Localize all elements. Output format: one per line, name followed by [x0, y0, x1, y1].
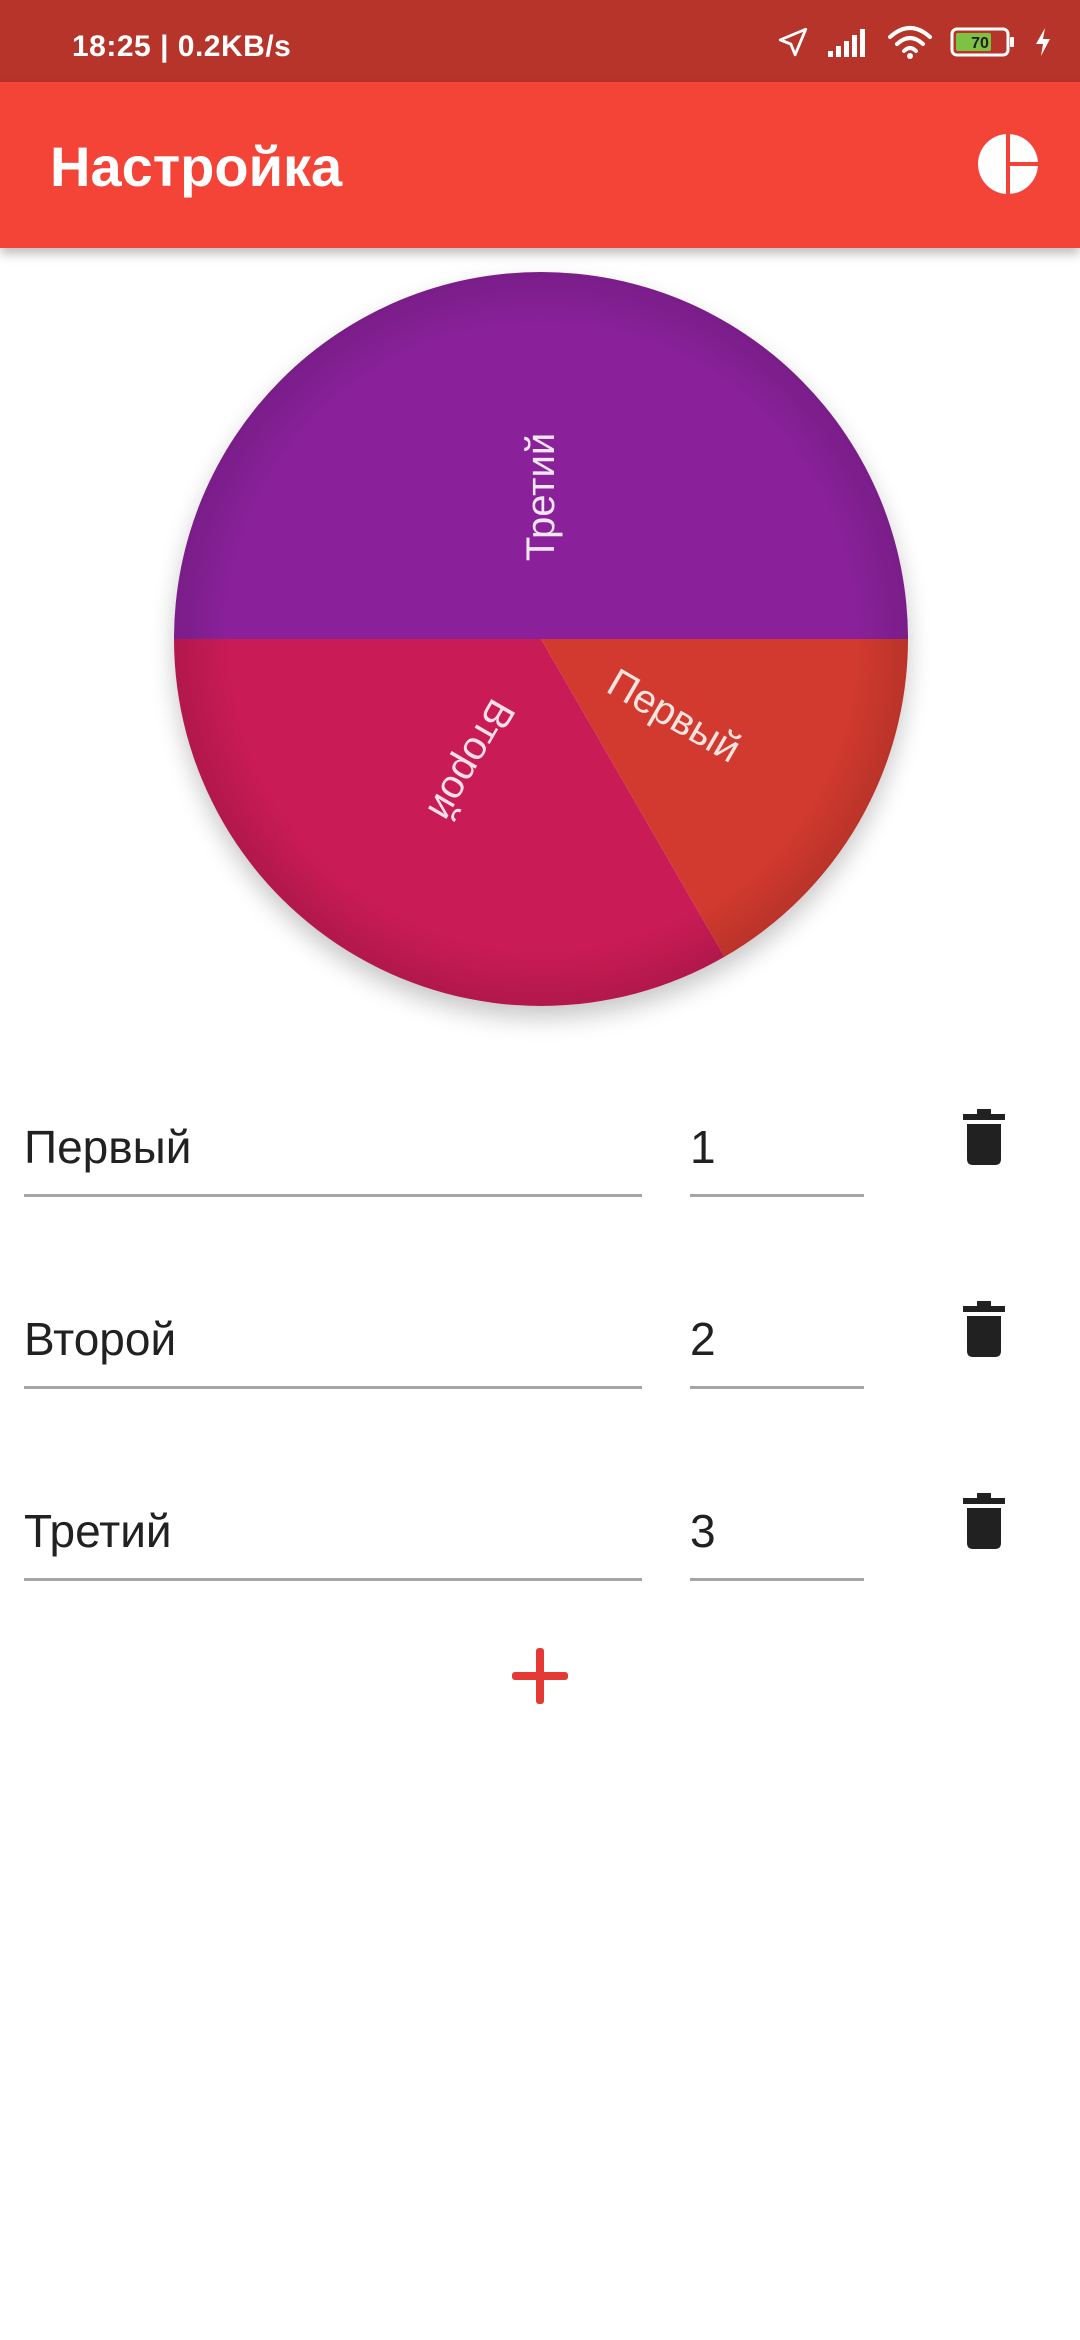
page-title: Настройка — [50, 135, 343, 198]
wheel-label-third: Третий — [519, 433, 563, 561]
item-name-field[interactable]: Второй — [24, 1292, 642, 1389]
item-value-text: 1 — [690, 1121, 716, 1173]
list-item: Третий 3 — [0, 1444, 1080, 1636]
item-value-text: 2 — [690, 1313, 716, 1365]
item-value-field[interactable]: 3 — [690, 1484, 864, 1581]
delete-item-button[interactable] — [950, 1480, 1018, 1562]
item-name-text: Второй — [24, 1313, 177, 1365]
charging-icon — [1036, 28, 1050, 56]
battery-icon: 70 — [950, 27, 1014, 57]
status-icons: 70 — [776, 22, 1052, 62]
trash-icon — [963, 1493, 1005, 1549]
delete-item-button[interactable] — [950, 1096, 1018, 1178]
list-item: Первый 1 — [0, 1060, 1080, 1252]
delete-item-button[interactable] — [950, 1288, 1018, 1370]
item-value-field[interactable]: 1 — [690, 1100, 864, 1197]
signal-icon — [828, 29, 865, 57]
item-value-field[interactable]: 2 — [690, 1292, 864, 1389]
status-time: 18:25 | 0.2KB/s — [72, 30, 292, 63]
item-name-field[interactable]: Первый — [24, 1100, 642, 1197]
item-value-text: 3 — [690, 1505, 716, 1557]
item-name-text: Третий — [24, 1505, 172, 1557]
item-list: Первый 1 Второй 2 Третий 3 — [0, 1060, 1080, 1636]
item-name-text: Первый — [24, 1121, 192, 1173]
list-item: Второй 2 — [0, 1252, 1080, 1444]
location-arrow-icon — [778, 27, 808, 57]
add-item-button[interactable] — [504, 1640, 576, 1712]
trash-icon — [963, 1109, 1005, 1165]
app-bar: Настройка — [0, 82, 1080, 248]
trash-icon — [963, 1301, 1005, 1357]
battery-level: 70 — [971, 35, 989, 52]
pie-chart-icon — [978, 132, 1040, 196]
wheel-chart[interactable]: Третий Первый Второй — [174, 272, 908, 1006]
wifi-icon — [888, 26, 932, 59]
plus-icon — [512, 1648, 568, 1704]
item-name-field[interactable]: Третий — [24, 1484, 642, 1581]
pie-chart-button[interactable] — [976, 132, 1040, 196]
status-bar: 18:25 | 0.2KB/s 70 — [0, 0, 1080, 82]
